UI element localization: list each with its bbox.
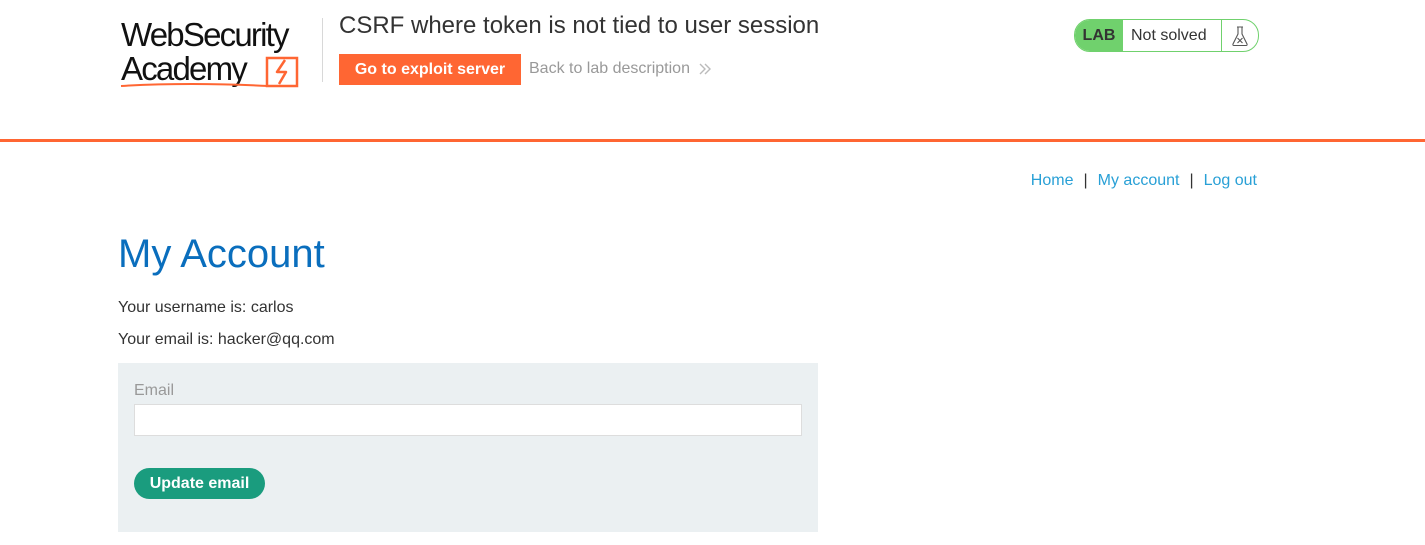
flask-icon (1221, 20, 1257, 51)
email-label: Email (134, 382, 175, 399)
header-divider (322, 18, 323, 82)
top-navigation: Home | My account | Log out (1031, 172, 1257, 190)
header-orange-rule (0, 139, 1425, 142)
lab-title: CSRF where token is not tied to user ses… (339, 12, 820, 39)
back-to-lab-description-link[interactable]: Back to lab description (529, 60, 712, 78)
username-text: Your username is: carlos (118, 299, 294, 316)
nav-log-out-link[interactable]: Log out (1204, 172, 1257, 190)
nav-separator: | (1083, 172, 1088, 189)
nav-my-account-link[interactable]: My account (1098, 172, 1180, 190)
back-link-label: Back to lab description (529, 60, 690, 77)
go-to-exploit-server-button[interactable]: Go to exploit server (339, 54, 521, 85)
logo-lightning-icon (120, 56, 299, 88)
email-input[interactable] (134, 404, 802, 436)
nav-home-link[interactable]: Home (1031, 172, 1074, 190)
web-security-academy-logo[interactable]: WebSecurity Academy (119, 14, 319, 94)
update-email-button[interactable]: Update email (134, 468, 265, 499)
email-text: Your email is: hacker@qq.com (118, 331, 335, 348)
lab-header: WebSecurity Academy CSRF where token is … (0, 0, 1425, 142)
lab-status-text: Not solved (1131, 26, 1207, 44)
page-title: My Account (118, 232, 325, 276)
lab-status-widget: LAB Not solved (1074, 19, 1259, 52)
double-chevron-right-icon (698, 62, 712, 76)
change-email-form: Email Update email (118, 363, 818, 532)
lab-tag: LAB (1075, 20, 1123, 51)
nav-separator: | (1189, 172, 1194, 189)
